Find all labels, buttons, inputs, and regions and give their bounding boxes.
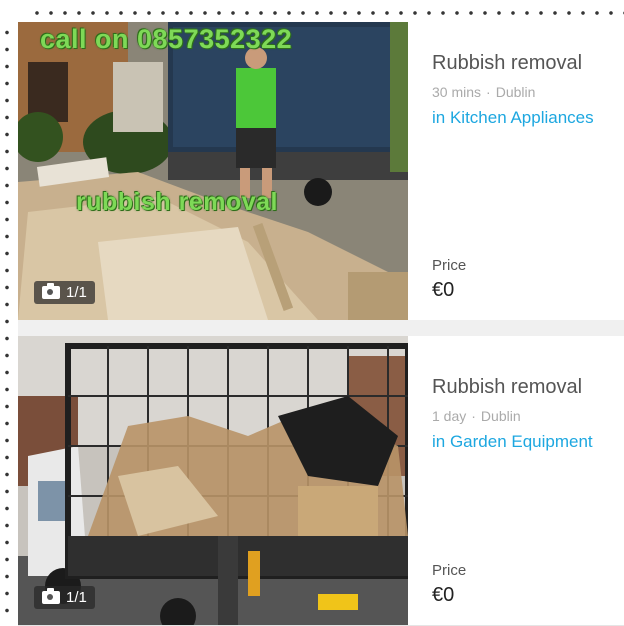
listing-category-link[interactable]: in Kitchen Appliances	[432, 108, 594, 128]
photo-rubbish-truck	[18, 22, 408, 320]
photo-caged-truck	[18, 336, 408, 625]
price-label: Price	[432, 257, 467, 274]
meta-separator: ·	[486, 84, 491, 100]
photo-count: 1/1	[66, 284, 87, 301]
listing-card[interactable]: call on 0857352322 rubbish removal 1/1 R…	[18, 22, 624, 321]
scan-border-left	[0, 24, 16, 624]
listing-time: 30 mins	[432, 84, 482, 100]
scan-border-top	[30, 8, 624, 18]
listing-title[interactable]: Rubbish removal	[432, 376, 582, 399]
listing-time: 1 day	[432, 408, 467, 424]
card-divider	[18, 320, 624, 336]
listing-meta: 30 mins · Dublin	[432, 84, 535, 100]
listing-card[interactable]: 1/1 Rubbish removal 1 day · Dublin in Gard…	[18, 336, 624, 626]
overlay-service-text: rubbish removal	[76, 188, 278, 216]
listing-category-link[interactable]: in Garden Equipment	[432, 432, 593, 452]
listing-info: Rubbish removal 30 mins · Dublin in Kitche…	[432, 22, 624, 320]
listing-price: €0	[432, 584, 455, 606]
listing-price: €0	[432, 279, 455, 301]
camera-icon	[42, 588, 60, 604]
listing-title[interactable]: Rubbish removal	[432, 52, 582, 75]
listing-meta: 1 day · Dublin	[432, 408, 521, 424]
listing-location: Dublin	[480, 408, 521, 424]
meta-separator: ·	[471, 408, 476, 424]
photo-count-badge[interactable]: 1/1	[34, 281, 95, 304]
listing-location: Dublin	[495, 84, 536, 100]
listing-photo[interactable]: 1/1	[18, 336, 408, 625]
photo-count: 1/1	[66, 589, 87, 606]
camera-icon	[42, 283, 60, 299]
photo-count-badge[interactable]: 1/1	[34, 586, 95, 609]
price-label: Price	[432, 562, 467, 579]
listing-info: Rubbish removal 1 day · Dublin in Garden E…	[432, 336, 624, 625]
overlay-phone-text: call on 0857352322	[40, 24, 293, 54]
listing-photo[interactable]: call on 0857352322 rubbish removal 1/1	[18, 22, 408, 320]
